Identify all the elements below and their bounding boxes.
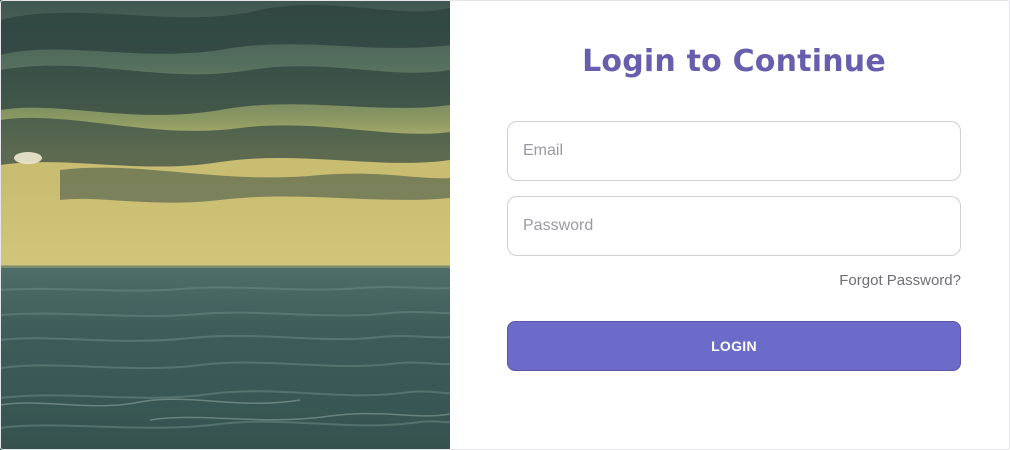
login-button[interactable]: LOGIN [507,321,961,371]
login-page: Login to Continue Forgot Password? LOGIN [0,0,1010,450]
page-title: Login to Continue [582,44,886,79]
password-field[interactable] [507,196,961,256]
sea-sunset-photo [0,0,450,450]
sea-sunset-image [0,0,450,450]
forgot-password-link[interactable]: Forgot Password? [839,272,961,289]
email-field[interactable] [507,121,961,181]
login-panel: Login to Continue Forgot Password? LOGIN [450,0,1010,450]
